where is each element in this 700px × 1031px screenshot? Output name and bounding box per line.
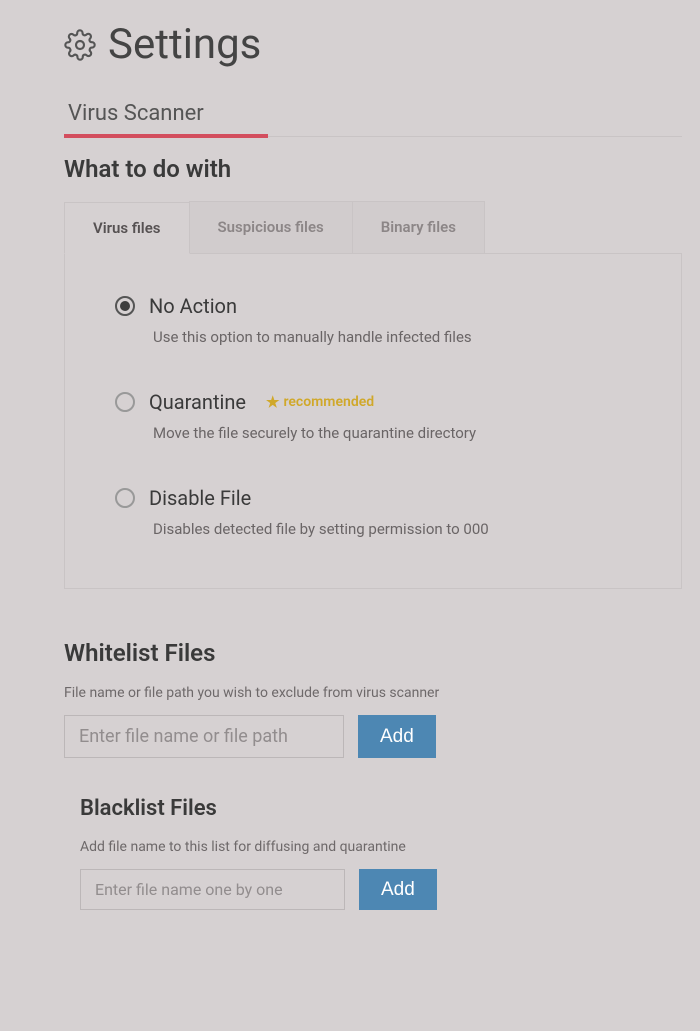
blacklist-help: Add file name to this list for diffusing… [80, 839, 682, 855]
tab-virus-scanner[interactable]: Virus Scanner [64, 93, 208, 136]
tab-virus-files[interactable]: Virus files [64, 202, 190, 254]
radio-desc-disable-file: Disables detected file by setting permis… [153, 520, 641, 538]
blacklist-input[interactable] [80, 869, 345, 910]
radio-no-action[interactable] [115, 296, 135, 316]
radio-desc-no-action: Use this option to manually handle infec… [153, 328, 641, 346]
radio-label-disable-file: Disable File [149, 486, 251, 510]
whitelist-block: Whitelist Files File name or file path y… [64, 639, 682, 758]
page-title: Settings [108, 20, 261, 69]
blacklist-add-button[interactable]: Add [359, 869, 437, 910]
blacklist-block: Blacklist Files Add file name to this li… [64, 796, 682, 910]
blacklist-heading: Blacklist Files [80, 796, 682, 821]
option-no-action: No Action Use this option to manually ha… [115, 294, 641, 346]
whitelist-add-button[interactable]: Add [358, 715, 436, 758]
whitelist-help: File name or file path you wish to exclu… [64, 685, 682, 701]
star-icon: ★ [266, 393, 279, 411]
option-disable-file: Disable File Disables detected file by s… [115, 486, 641, 538]
tab-binary-files[interactable]: Binary files [352, 201, 485, 253]
virus-files-panel: No Action Use this option to manually ha… [64, 254, 682, 589]
radio-quarantine[interactable] [115, 392, 135, 412]
tab-suspicious-files[interactable]: Suspicious files [189, 201, 353, 253]
whitelist-heading: Whitelist Files [64, 639, 682, 667]
recommended-badge: ★ recommended [266, 393, 374, 411]
radio-desc-quarantine: Move the file securely to the quarantine… [153, 424, 641, 442]
radio-disable-file[interactable] [115, 488, 135, 508]
option-quarantine: Quarantine ★ recommended Move the file s… [115, 390, 641, 442]
whitelist-input[interactable] [64, 715, 344, 758]
gear-icon [64, 29, 96, 61]
radio-label-no-action: No Action [149, 294, 237, 318]
radio-label-quarantine: Quarantine [149, 390, 246, 414]
recommended-text: recommended [283, 394, 374, 410]
what-to-do-heading: What to do with [64, 155, 682, 183]
